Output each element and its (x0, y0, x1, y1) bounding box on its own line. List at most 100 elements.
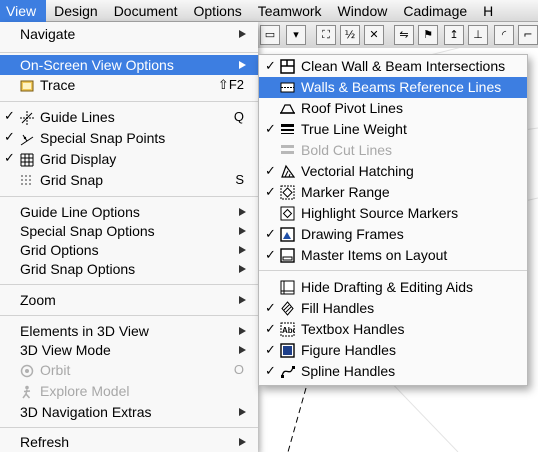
menu-item-3d-view-mode[interactable]: 3D View Mode (0, 340, 258, 360)
toolbar-grid-icon[interactable]: ⊥ (468, 25, 488, 45)
menu-item-special-snap-points[interactable]: ✓ Special Snap Points (0, 128, 258, 148)
toolbar-guide-icon[interactable]: ↥ (444, 25, 464, 45)
menu-item-refresh[interactable]: Refresh (0, 432, 258, 452)
submenu-arrow-icon (239, 227, 246, 235)
snap-points-icon (20, 131, 34, 146)
shortcut-label: O (233, 362, 244, 377)
reference-lines-icon (280, 80, 295, 95)
toolbar-pen-icon[interactable]: ▾ (286, 25, 306, 45)
submenu-item-master-items-on-layout[interactable]: ✓ Master Items on Layout (259, 245, 527, 266)
submenu-item-label: Spline Handles (301, 363, 396, 379)
submenu-item-label: Bold Cut Lines (301, 142, 393, 158)
menu-help[interactable]: H (475, 0, 501, 22)
toolbar-select-icon[interactable]: ⛶ (316, 25, 336, 45)
menu-item-label: Special Snap Options (20, 223, 155, 239)
submenu-item-true-line-weight[interactable]: ✓ True Line Weight (259, 119, 527, 140)
menu-bar: View Design Document Options Teamwork Wi… (0, 0, 538, 22)
toolbar-flag-icon[interactable]: ⚑ (418, 25, 438, 45)
menu-cadimage[interactable]: Cadimage (395, 0, 475, 22)
menu-item-label: Grid Options (20, 242, 99, 258)
submenu-item-label: Drawing Frames (301, 226, 404, 242)
textbox-icon: Abc (280, 322, 298, 337)
menu-separator (0, 52, 258, 53)
submenu-item-textbox-handles[interactable]: ✓ Abc Textbox Handles (259, 319, 527, 340)
submenu-item-roof-pivot-lines[interactable]: Roof Pivot Lines (259, 98, 527, 119)
toolbar-mirror-icon[interactable]: ⇋ (394, 25, 414, 45)
grid-display-icon (20, 152, 34, 167)
checkmark-icon: ✓ (265, 59, 276, 74)
fill-handles-icon (280, 301, 295, 316)
toolbar-arc-icon[interactable]: ◜ (494, 25, 514, 45)
submenu-item-label: Marker Range (301, 184, 390, 200)
marker-range-icon (280, 185, 295, 200)
submenu-item-label: Clean Wall & Beam Intersections (301, 58, 506, 74)
menu-item-trace[interactable]: Trace ⇧F2 (0, 75, 258, 95)
shortcut-label: ⇧F2 (217, 77, 244, 92)
submenu-item-label: Walls & Beams Reference Lines (301, 79, 502, 95)
toolbar-fillet-icon[interactable]: ⌐ (518, 25, 538, 45)
checkmark-icon: ✓ (265, 301, 276, 316)
toolbar-scale-icon[interactable]: ½ (340, 25, 360, 45)
menu-window[interactable]: Window (330, 0, 396, 22)
menu-item-special-snap-options[interactable]: Special Snap Options (0, 221, 258, 241)
submenu-item-bold-cut-lines: Bold Cut Lines (259, 140, 527, 161)
menu-item-zoom[interactable]: Zoom (0, 290, 258, 310)
submenu-item-drawing-frames[interactable]: ✓ Drawing Frames (259, 224, 527, 245)
figure-handles-icon (280, 343, 295, 358)
submenu-item-label: Fill Handles (301, 300, 375, 316)
menu-item-3d-navigation-extras[interactable]: 3D Navigation Extras (0, 402, 258, 422)
menu-item-guide-lines[interactable]: ✓ Guide Lines Q (0, 107, 258, 127)
toolbar-layer-icon[interactable]: ▭ (260, 25, 280, 45)
checkmark-icon: ✓ (265, 122, 276, 137)
menu-item-label: Grid Snap Options (20, 261, 136, 277)
menu-item-on-screen-view-options[interactable]: On-Screen View Options (0, 55, 258, 75)
menu-item-grid-display[interactable]: ✓ Grid Display (0, 149, 258, 169)
menu-separator (0, 284, 258, 285)
menu-document[interactable]: Document (106, 0, 186, 22)
menu-item-label: 3D Navigation Extras (20, 404, 152, 420)
checkmark-icon: ✓ (265, 227, 276, 242)
submenu-arrow-icon (239, 346, 246, 354)
menu-item-elements-in-3d-view[interactable]: Elements in 3D View (0, 321, 258, 341)
submenu-item-highlight-source-markers[interactable]: Highlight Source Markers (259, 203, 527, 224)
menu-view[interactable]: View (0, 0, 47, 22)
submenu-item-walls-beams-reference-lines[interactable]: Walls & Beams Reference Lines (259, 77, 527, 98)
menu-item-navigate[interactable]: Navigate (0, 24, 258, 44)
shortcut-label: S (235, 172, 244, 187)
submenu-item-label: True Line Weight (301, 121, 407, 137)
menu-item-explore-model: Explore Model (0, 381, 258, 401)
menu-options[interactable]: Options (186, 0, 250, 22)
submenu-item-fill-handles[interactable]: ✓ Fill Handles (259, 298, 527, 319)
checkmark-icon: ✓ (265, 322, 276, 337)
line-weight-icon (280, 122, 295, 137)
submenu-arrow-icon (239, 265, 246, 273)
guide-lines-icon (20, 110, 34, 125)
checkmark-icon: ✓ (4, 109, 15, 124)
submenu-item-figure-handles[interactable]: ✓ Figure Handles (259, 340, 527, 361)
submenu-item-marker-range[interactable]: ✓ Marker Range (259, 182, 527, 203)
spline-handles-icon (280, 364, 295, 379)
menu-item-label: Guide Line Options (20, 204, 140, 220)
toolbar-close-icon[interactable]: ✕ (364, 25, 384, 45)
submenu-item-vectorial-hatching[interactable]: ✓ Vectorial Hatching (259, 161, 527, 182)
submenu-arrow-icon (239, 208, 246, 216)
menu-item-label: Trace (40, 77, 76, 93)
checkmark-icon: ✓ (4, 151, 15, 166)
menu-item-grid-options[interactable]: Grid Options (0, 240, 258, 260)
hide-aids-icon (280, 280, 295, 295)
submenu-arrow-icon (239, 30, 246, 38)
menu-separator (0, 315, 258, 316)
submenu-item-spline-handles[interactable]: ✓ Spline Handles (259, 361, 527, 382)
submenu-arrow-icon (239, 438, 246, 446)
submenu-item-label: Highlight Source Markers (301, 205, 459, 221)
grid-snap-icon (20, 173, 34, 187)
submenu-item-clean-wall-beam[interactable]: ✓ Clean Wall & Beam Intersections (259, 56, 527, 77)
submenu-item-label: Vectorial Hatching (301, 163, 414, 179)
menu-item-grid-snap[interactable]: Grid Snap S (0, 170, 258, 190)
menu-item-grid-snap-options[interactable]: Grid Snap Options (0, 259, 258, 279)
menu-item-guide-line-options[interactable]: Guide Line Options (0, 202, 258, 222)
menu-teamwork[interactable]: Teamwork (250, 0, 330, 22)
clean-intersection-icon (280, 59, 295, 74)
menu-design[interactable]: Design (46, 0, 106, 22)
submenu-item-hide-drafting-aids[interactable]: Hide Drafting & Editing Aids (259, 277, 527, 298)
